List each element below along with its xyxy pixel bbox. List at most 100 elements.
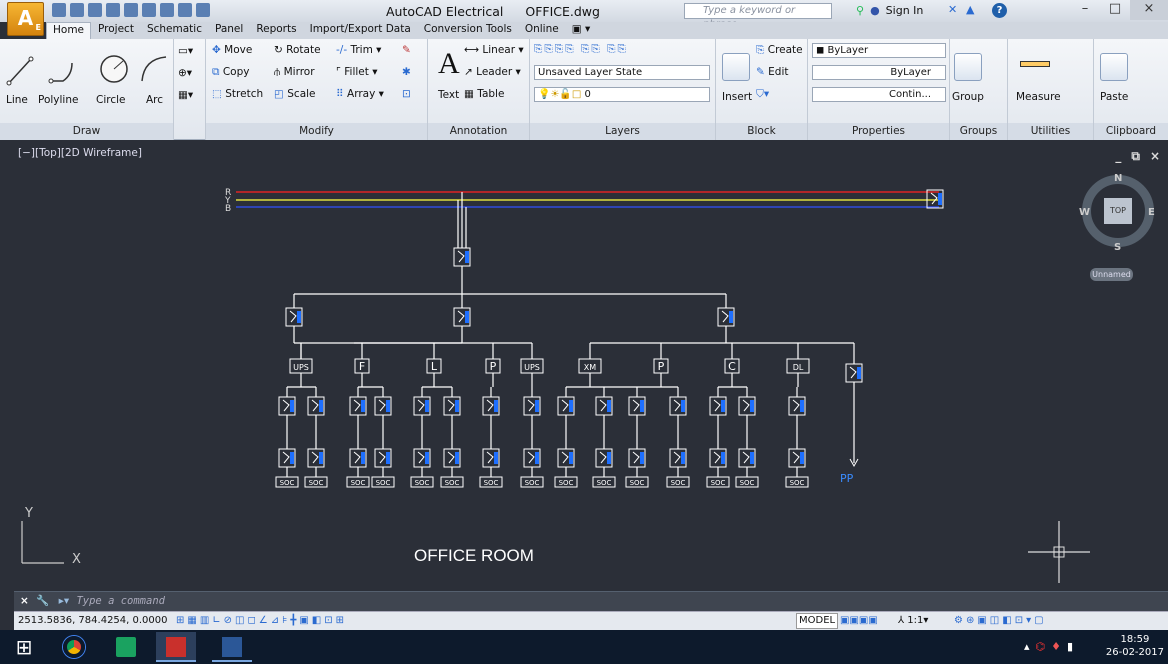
a360-icon[interactable]: ▲ [966, 3, 974, 16]
block-panel-title[interactable]: Block [716, 123, 807, 140]
linetype-select[interactable]: Contin... [812, 87, 946, 102]
measure-tool-label[interactable]: Measure [1016, 91, 1061, 103]
sign-in-button[interactable]: ⚲ ● Sign In [856, 4, 923, 17]
tab-conversion-tools[interactable]: Conversion Tools [418, 22, 518, 39]
utilities-panel-title[interactable]: Utilities [1008, 123, 1093, 140]
open-icon[interactable] [70, 3, 84, 17]
coordinates-readout[interactable]: 2513.5836, 784.4254, 0.0000 [18, 615, 168, 626]
mirror-tool[interactable]: ⫛ Mirror [274, 66, 315, 79]
tray-icons[interactable]: ▴⌬♦▮ [1024, 640, 1079, 653]
linear-tool[interactable]: ⟷ Linear ▾ [464, 44, 524, 56]
plot-icon[interactable] [142, 3, 156, 17]
annotation-scale[interactable]: ⅄ 1:1▾ [898, 612, 928, 630]
line-tool-label[interactable]: Line [6, 94, 28, 106]
layer-state-select[interactable]: Unsaved Layer State [534, 65, 710, 80]
command-customize-icon[interactable]: 🔧 [36, 595, 49, 607]
paste-tool-label[interactable]: Paste [1100, 91, 1128, 103]
redo-icon[interactable] [124, 3, 138, 17]
tab-panel[interactable]: Panel [209, 22, 249, 39]
trim-tool[interactable]: -/- Trim ▾ [336, 44, 381, 56]
group-tool-label[interactable]: Group [952, 91, 984, 103]
paste-icon[interactable] [1100, 53, 1128, 81]
layout-icons[interactable]: ▣▣▣▣ [840, 612, 878, 630]
modify-panel-title[interactable]: Modify [206, 123, 427, 140]
viewcube-east[interactable]: E [1148, 207, 1155, 218]
application-menu-button[interactable]: AE [7, 2, 44, 36]
exchange-icon[interactable]: ✕ [948, 3, 957, 16]
draw-panel-title[interactable]: Draw [0, 123, 173, 140]
measure-icon[interactable] [1020, 61, 1050, 67]
group-icon[interactable] [954, 53, 982, 81]
viewcube-south[interactable]: S [1114, 242, 1121, 253]
leader-tool[interactable]: ↗ Leader ▾ [464, 66, 521, 78]
polyline-icon[interactable] [48, 55, 78, 87]
copy-tool[interactable]: ⧉ Copy [212, 66, 249, 79]
rectangle-icon[interactable]: ▭▾ [178, 45, 193, 57]
arc-tool-label[interactable]: Arc [146, 94, 163, 106]
array-tool[interactable]: ⠿ Array ▾ [336, 88, 384, 100]
command-close-icon[interactable]: × [20, 595, 29, 607]
tab-online[interactable]: Online [519, 22, 565, 39]
maximize-button[interactable]: □ [1100, 0, 1130, 20]
model-space-button[interactable]: MODEL [796, 613, 839, 629]
arc-icon[interactable] [138, 53, 168, 85]
insert-tool-label[interactable]: Insert [722, 91, 752, 103]
tab-home[interactable]: Home [46, 22, 92, 39]
edit-block-tool[interactable]: ✎ Edit [756, 66, 789, 78]
rotate-tool[interactable]: ↻ Rotate [274, 44, 321, 56]
polyline-tool-label[interactable]: Polyline [38, 94, 78, 106]
status-tray-icons[interactable]: ⚙⊛▣◫◧⊡▾▢ [954, 612, 1047, 630]
color-select[interactable]: ◼ ByLayer [812, 43, 946, 58]
close-button[interactable]: × [1130, 0, 1168, 20]
scale-tool[interactable]: ◰ Scale [274, 88, 316, 100]
create-block-tool[interactable]: ⎘ Create [756, 44, 803, 57]
annotation-panel-title[interactable]: Annotation [428, 123, 529, 140]
viewcube-north[interactable]: N [1114, 173, 1122, 184]
viewcube-west[interactable]: W [1079, 207, 1090, 218]
help-search-input[interactable]: Type a keyword or phrase [684, 3, 832, 30]
taskbar-clock[interactable]: 18:59 26-02-2017 [1106, 633, 1164, 659]
clipboard-panel-title[interactable]: Clipboard [1094, 123, 1168, 140]
fillet-tool[interactable]: ⌜ Fillet ▾ [336, 66, 377, 78]
forward-icon[interactable] [178, 3, 192, 17]
explode-icon[interactable]: ✱ [402, 66, 411, 78]
groups-panel-title[interactable]: Groups [950, 123, 1007, 140]
back-icon[interactable] [160, 3, 174, 17]
new-icon[interactable] [52, 3, 66, 17]
text-icon[interactable]: A [438, 47, 460, 81]
properties-panel-title[interactable]: Properties [808, 123, 949, 140]
word-icon[interactable] [212, 632, 252, 662]
offset-icon[interactable]: ⊡ [402, 88, 411, 100]
drawing-viewport[interactable]: [−][Top][2D Wireframe] _ ⧉ × R Y B PP OF… [14, 143, 1168, 591]
block-attribute-icon[interactable]: ⛉▾ [756, 88, 769, 101]
save-icon[interactable] [88, 3, 102, 17]
store-icon[interactable] [106, 632, 146, 662]
tab-schematic[interactable]: Schematic [141, 22, 208, 39]
undo-icon[interactable] [106, 3, 120, 17]
layers-panel-title[interactable]: Layers [530, 123, 715, 140]
erase-icon[interactable]: ✎ [402, 44, 411, 56]
circle-tool-label[interactable]: Circle [96, 94, 126, 106]
text-tool-label[interactable]: Text [438, 89, 459, 101]
move-tool[interactable]: ✥ Move [212, 44, 252, 56]
drafting-toggles[interactable]: ⊞▦▥∟⊘◫◻∠⊿⊧╋▣◧⊡⊞ [176, 612, 347, 630]
autocad-taskbar-icon[interactable] [156, 632, 196, 662]
tab-project[interactable]: Project [92, 22, 140, 39]
help-icon[interactable]: ? [992, 3, 1007, 18]
region-icon[interactable]: ▦▾ [178, 89, 193, 101]
tab-reports[interactable]: Reports [250, 22, 302, 39]
chrome-icon[interactable] [54, 632, 94, 662]
tab-overflow-icon[interactable]: ▣ ▾ [566, 22, 597, 39]
viewcube-top-face[interactable]: TOP [1104, 198, 1132, 224]
ucs-menu[interactable]: Unnamed [1090, 268, 1133, 281]
table-tool[interactable]: ▦ Table [464, 88, 504, 100]
circle-icon[interactable] [98, 53, 130, 85]
command-input[interactable]: Type a command [76, 595, 165, 607]
stretch-tool[interactable]: ⬚ Stretch [212, 88, 263, 100]
layer-tool-icons[interactable]: ⎘⎘⎘⎘ ⎘⎘ ⎘⎘ [534, 43, 628, 56]
start-button[interactable]: ⊞ [4, 632, 44, 662]
insert-block-icon[interactable] [722, 53, 750, 81]
command-recent-icon[interactable]: ▸▾ [59, 595, 70, 607]
workspace-icon[interactable] [196, 3, 210, 17]
lineweight-select[interactable]: ByLayer [812, 65, 946, 80]
